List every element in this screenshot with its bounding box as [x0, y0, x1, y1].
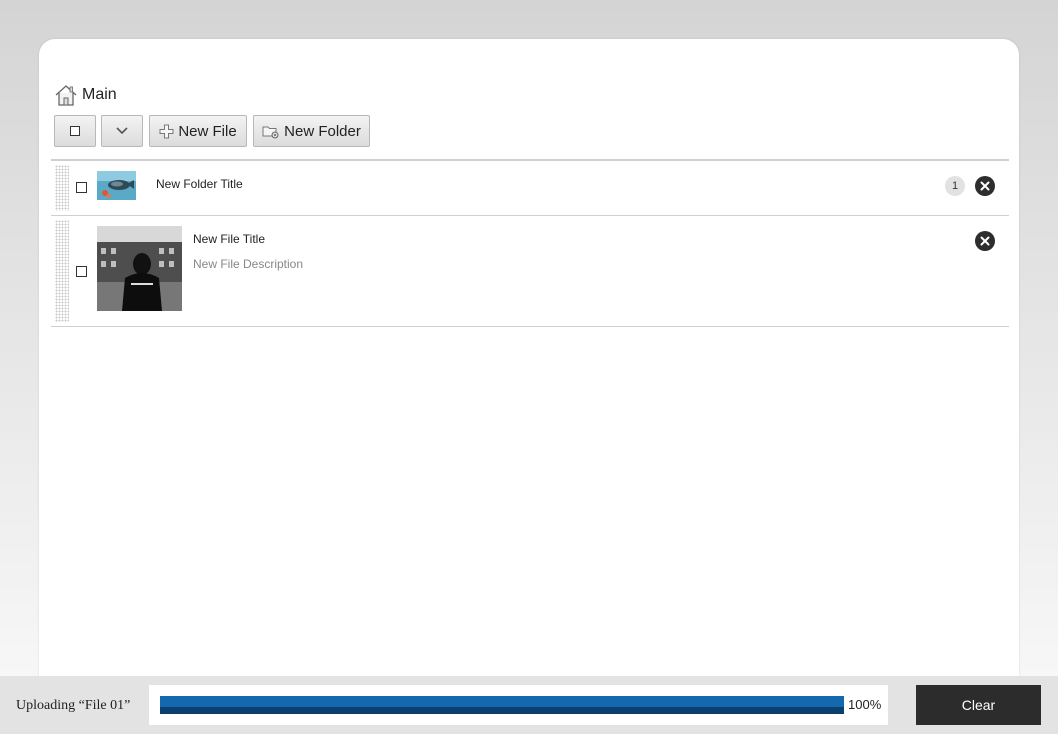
- progress-track: [160, 696, 844, 714]
- clear-button[interactable]: Clear: [916, 685, 1041, 725]
- plus-icon: [159, 124, 174, 138]
- drag-handle[interactable]: [55, 165, 69, 211]
- close-icon: [980, 236, 990, 246]
- new-file-button[interactable]: New File: [149, 115, 247, 147]
- toolbar: New File New Folder: [54, 115, 376, 147]
- row-checkbox[interactable]: [76, 266, 87, 277]
- file-thumbnail: [97, 226, 182, 311]
- upload-status-text: Uploading “File 01”: [16, 698, 131, 713]
- home-icon[interactable]: [54, 84, 78, 106]
- file-manager-panel: Main New File New Folder New Folder Titl…: [39, 39, 1019, 699]
- item-description: New File Description: [193, 257, 304, 271]
- delete-button[interactable]: [975, 231, 995, 251]
- breadcrumb-main[interactable]: Main: [82, 86, 117, 104]
- list-item[interactable]: New Folder Title 1: [51, 161, 1009, 216]
- drag-handle[interactable]: [55, 220, 69, 322]
- breadcrumb: Main: [54, 84, 117, 106]
- select-all-button[interactable]: [54, 115, 96, 147]
- upload-status-bar: Uploading “File 01” 100% Clear: [0, 676, 1058, 734]
- delete-button[interactable]: [975, 176, 995, 196]
- chevron-down-icon: [116, 127, 128, 135]
- checkbox-icon: [70, 126, 80, 136]
- count-badge: 1: [945, 176, 965, 196]
- new-file-label: New File: [178, 122, 237, 140]
- progress-percent: 100%: [848, 697, 882, 712]
- folder-thumbnail: [97, 171, 136, 200]
- folder-gear-icon: [262, 126, 279, 138]
- list-item[interactable]: New File Title New File Description: [51, 216, 1009, 327]
- new-folder-button[interactable]: New Folder: [253, 115, 370, 147]
- progress-fill: [160, 696, 844, 714]
- item-title[interactable]: New Folder Title: [156, 177, 243, 191]
- new-folder-label: New Folder: [284, 122, 361, 140]
- progress-container: 100%: [149, 685, 888, 725]
- item-title[interactable]: New File Title: [193, 232, 265, 246]
- close-icon: [980, 181, 990, 191]
- row-checkbox[interactable]: [76, 182, 87, 193]
- selection-dropdown-button[interactable]: [101, 115, 143, 147]
- item-list: New Folder Title 1 New File Title New Fi…: [51, 159, 1009, 327]
